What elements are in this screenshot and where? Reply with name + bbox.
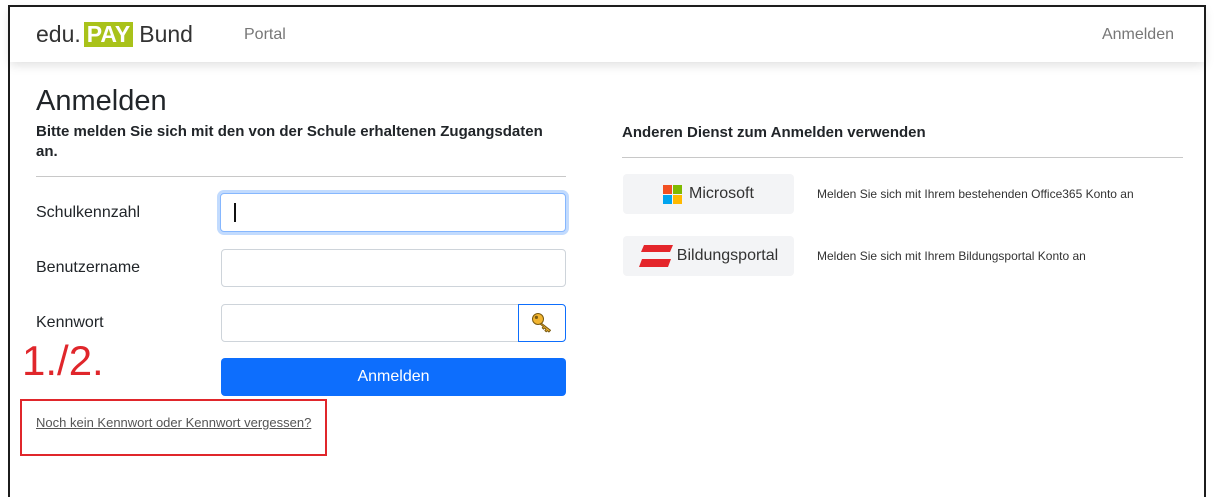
login-submit-button[interactable]: Anmelden [221, 358, 566, 396]
key-button[interactable] [518, 304, 566, 342]
navbar: edu. PAY Bund Portal Anmelden [10, 7, 1204, 62]
provider-description: Melden Sie sich mit Ihrem Bildungsportal… [817, 249, 1086, 263]
brand-prefix: edu. [36, 20, 81, 47]
annotation-step-label: 1./2. [22, 337, 104, 384]
brand-suffix: Bund [139, 20, 193, 47]
school-code-label: Schulkennzahl [36, 204, 141, 221]
bildungsportal-login-button[interactable]: Bildungsportal [623, 236, 794, 276]
bildungsportal-logo-icon [638, 245, 673, 267]
microsoft-logo-icon [663, 184, 683, 204]
key-icon [531, 312, 553, 334]
school-code-field-wrapper [220, 193, 566, 232]
username-input[interactable] [221, 249, 566, 287]
divider [36, 176, 566, 177]
provider-label: Microsoft [689, 185, 754, 202]
page-title: Anmelden [36, 85, 167, 117]
nav-link-anmelden[interactable]: Anmelden [1102, 7, 1174, 62]
school-code-input[interactable] [220, 193, 566, 232]
provider-label: Bildungsportal [676, 247, 779, 264]
text-caret [234, 203, 236, 222]
microsoft-login-button[interactable]: Microsoft [623, 174, 794, 214]
username-label: Benutzername [36, 259, 141, 276]
external-login-heading: Anderen Dienst zum Anmelden verwenden [622, 124, 926, 141]
login-instructions: Bitte melden Sie sich mit den von der Sc… [36, 123, 543, 160]
provider-description: Melden Sie sich mit Ihrem bestehenden Of… [817, 187, 1134, 201]
nav-link-portal[interactable]: Portal [244, 7, 286, 62]
brand-badge: PAY [83, 21, 134, 47]
divider [622, 157, 1183, 158]
annotation-highlight-box [20, 399, 327, 456]
password-input[interactable] [221, 304, 519, 342]
password-input-group [221, 304, 566, 342]
brand-logo[interactable]: edu. PAY Bund [36, 19, 193, 49]
